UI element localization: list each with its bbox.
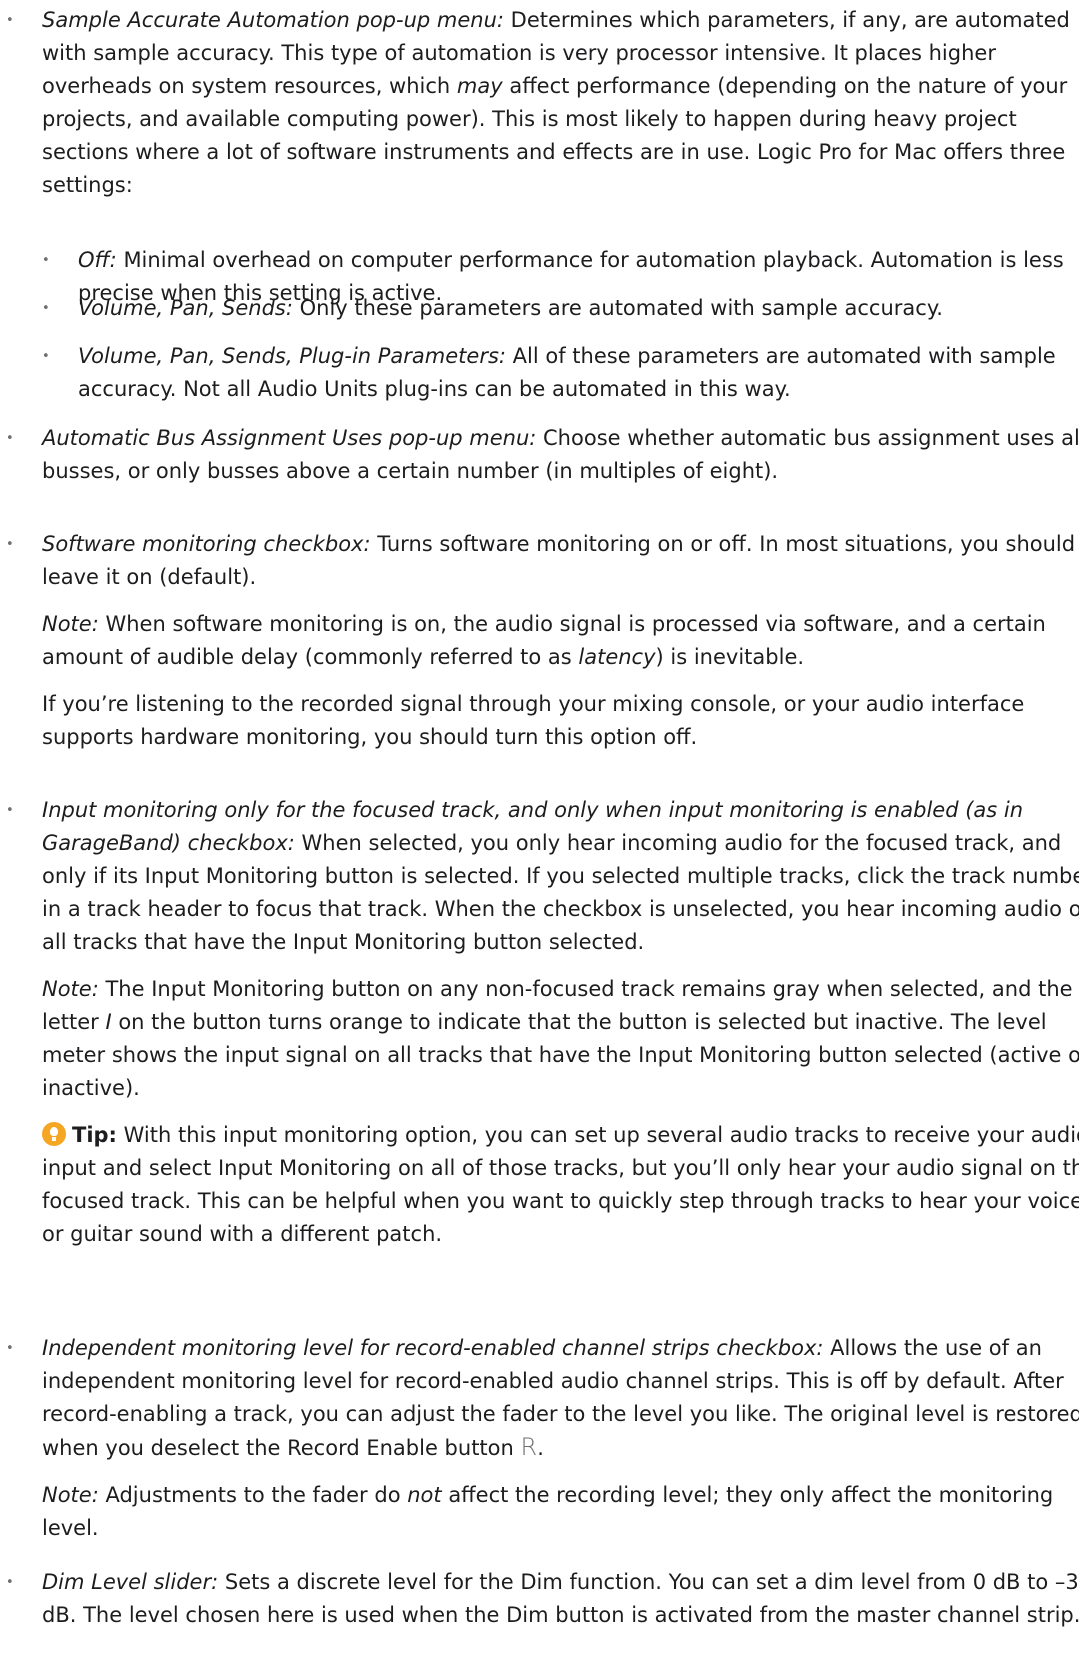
term: Sample Accurate Automation pop-up menu:	[42, 8, 504, 32]
sub-item-volume-pan-sends: • Volume, Pan, Sends: Only these paramet…	[0, 292, 1079, 325]
note-label: Note:	[42, 1483, 99, 1507]
bullet: •	[6, 1341, 14, 1356]
item-paragraph: Dim Level slider: Sets a discrete level …	[42, 1566, 1079, 1632]
term: Automatic Bus Assignment Uses pop-up men…	[42, 426, 537, 450]
note-paragraph: Note: The Input Monitoring button on any…	[42, 973, 1079, 1105]
period: .	[537, 1436, 544, 1460]
note-paragraph: Note: Adjustments to the fader do not af…	[42, 1479, 1079, 1545]
note-text-continued: on the button turns orange to indicate t…	[42, 1010, 1079, 1100]
note-text: When software monitoring is on, the audi…	[42, 612, 1046, 669]
note-text-continued: ) is inevitable.	[655, 645, 805, 669]
list-item-bus-assignment: • Automatic Bus Assignment Uses pop-up m…	[0, 422, 1079, 488]
item-paragraph: Software monitoring checkbox: Turns soft…	[42, 528, 1079, 594]
list-item-sample-accurate-automation: • Sample Accurate Automation pop-up menu…	[0, 4, 1079, 202]
tip-label: Tip:	[72, 1123, 117, 1147]
term: Volume, Pan, Sends, Plug-in Parameters:	[78, 344, 506, 368]
emphasis: latency	[578, 645, 656, 669]
list-item-input-monitoring: • Input monitoring only for the focused …	[0, 794, 1079, 1251]
bullet: •	[6, 537, 14, 552]
item-paragraph: Input monitoring only for the focused tr…	[42, 794, 1079, 959]
item-paragraph: Volume, Pan, Sends: Only these parameter…	[78, 292, 1079, 325]
note-label: Note:	[42, 612, 99, 636]
description: Only these parameters are automated with…	[292, 296, 943, 320]
bullet: •	[6, 13, 14, 28]
term: Off:	[78, 248, 117, 272]
bullet: •	[42, 253, 50, 268]
term: Software monitoring checkbox:	[42, 532, 371, 556]
list-item-dim-level: • Dim Level slider: Sets a discrete leve…	[0, 1566, 1079, 1632]
term: Independent monitoring level for record-…	[42, 1336, 824, 1360]
tip-text: With this input monitoring option, you c…	[42, 1123, 1079, 1246]
term: Volume, Pan, Sends:	[78, 296, 293, 320]
term: Dim Level slider:	[42, 1570, 219, 1594]
list-item-software-monitoring: • Software monitoring checkbox: Turns so…	[0, 528, 1079, 754]
bullet: •	[6, 1575, 14, 1590]
emphasis: not	[407, 1483, 442, 1507]
sub-item-volume-pan-sends-plugin: • Volume, Pan, Sends, Plug-in Parameters…	[0, 340, 1079, 406]
item-paragraph: Volume, Pan, Sends, Plug-in Parameters: …	[78, 340, 1079, 406]
info-paragraph: If you’re listening to the recorded sign…	[42, 692, 1025, 749]
bullet: •	[6, 803, 14, 818]
record-enable-button-icon: R	[520, 1433, 538, 1461]
bullet: •	[42, 349, 50, 364]
emphasis: may	[456, 74, 503, 98]
bullet: •	[42, 301, 50, 316]
note-paragraph: Note: When software monitoring is on, th…	[42, 608, 1079, 674]
lightbulb-icon	[42, 1122, 66, 1146]
note-label: Note:	[42, 977, 99, 1001]
item-paragraph: Sample Accurate Automation pop-up menu: …	[42, 4, 1079, 202]
note-text: Adjustments to the fader do	[98, 1483, 408, 1507]
tip-paragraph: Tip: With this input monitoring option, …	[42, 1119, 1079, 1251]
bullet: •	[6, 431, 14, 446]
list-item-independent-monitoring-level: • Independent monitoring level for recor…	[0, 1332, 1079, 1545]
item-paragraph: Automatic Bus Assignment Uses pop-up men…	[42, 422, 1079, 488]
item-paragraph: Independent monitoring level for record-…	[42, 1332, 1079, 1465]
